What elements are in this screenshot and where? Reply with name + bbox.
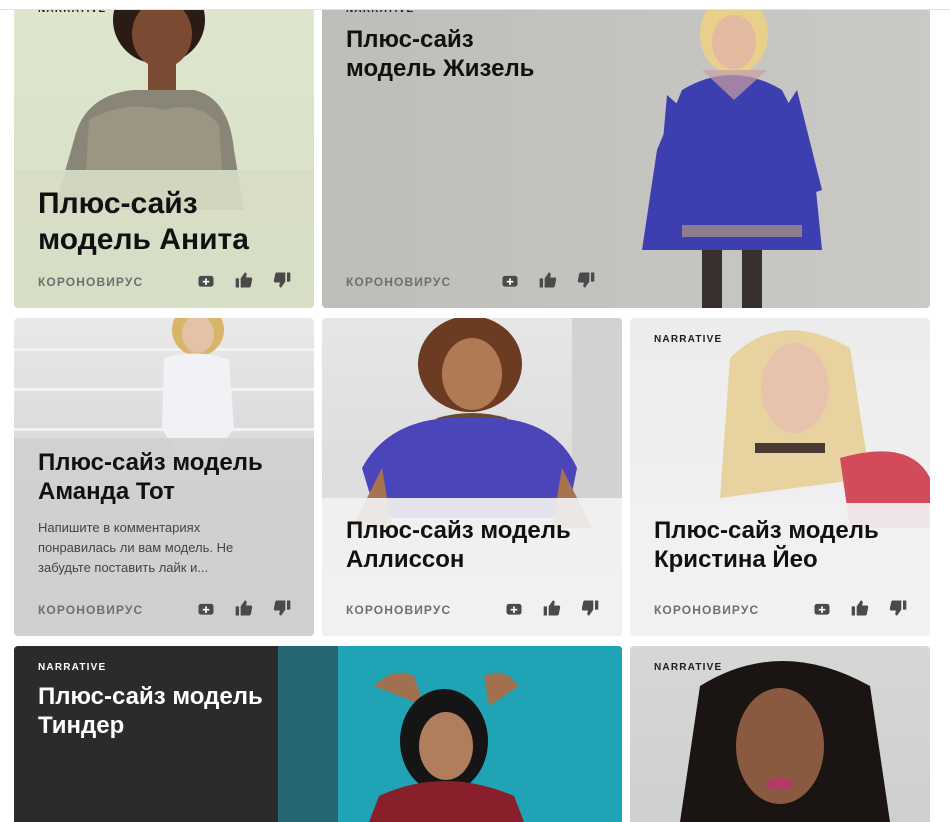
card-kicker: NARRATIVE	[654, 662, 723, 673]
article-card-tinder[interactable]: NARRATIVE Плюс-сайз модель Тиндер	[14, 646, 622, 822]
card-title[interactable]: Плюс-сайз модель Кристина Йео	[654, 517, 920, 575]
card-actions	[194, 268, 294, 292]
article-card-anita[interactable]: NARRATIVE Плюс-сайз модель Анита КОРОНОВ…	[14, 0, 314, 308]
thumbs-up-icon[interactable]	[536, 268, 560, 292]
thumbs-up-icon[interactable]	[232, 268, 256, 292]
card-actions	[502, 596, 602, 620]
card-actions	[810, 596, 910, 620]
add-to-collection-icon[interactable]	[194, 268, 218, 292]
article-card-allisson[interactable]: Плюс-сайз модель Аллиссон КОРОНОВИРУС	[322, 318, 622, 636]
model-photo-kristina	[630, 330, 930, 636]
add-to-collection-icon[interactable]	[498, 268, 522, 292]
card-title[interactable]: Плюс-сайз модель Анита	[38, 186, 274, 258]
card-description: Напишите в комментариях понравилась ли в…	[38, 520, 234, 575]
add-to-collection-icon[interactable]	[502, 596, 526, 620]
card-actions	[194, 596, 294, 620]
add-to-collection-icon[interactable]	[194, 596, 218, 620]
card-title[interactable]: Плюс-сайз модель Тиндер	[38, 683, 282, 741]
thumbs-down-icon[interactable]	[270, 596, 294, 620]
add-to-collection-icon[interactable]	[810, 596, 834, 620]
card-kicker: NARRATIVE	[38, 662, 107, 673]
model-photo-anita	[14, 0, 314, 308]
thumbs-down-icon[interactable]	[886, 596, 910, 620]
card-tag[interactable]: КОРОНОВИРУС	[38, 603, 143, 617]
card-actions	[498, 268, 598, 292]
top-bar	[0, 0, 950, 10]
article-card-amanda[interactable]: Плюс-сайз модель Аманда Тот Напишите в к…	[14, 318, 314, 636]
card-title[interactable]: Плюс-сайз модель Аллиссон	[346, 517, 604, 575]
card-tag[interactable]: КОРОНОВИРУС	[346, 603, 451, 617]
card-title[interactable]: Плюс-сайз модель Аманда Тот	[38, 449, 296, 507]
thumbs-down-icon[interactable]	[270, 268, 294, 292]
article-card-giselle[interactable]: NARRATIVE Плюс-сайз модель Жизель КОРОНО…	[322, 0, 930, 308]
card-kicker: NARRATIVE	[654, 334, 723, 345]
model-photo-allisson	[322, 318, 622, 636]
card-tag[interactable]: КОРОНОВИРУС	[38, 275, 143, 289]
thumbs-down-icon[interactable]	[578, 596, 602, 620]
thumbs-up-icon[interactable]	[848, 596, 872, 620]
thumbs-down-icon[interactable]	[574, 268, 598, 292]
thumbs-up-icon[interactable]	[540, 596, 564, 620]
article-card-kristina[interactable]: NARRATIVE Плюс-сайз модель Кристина Йео …	[630, 318, 930, 636]
card-tag[interactable]: КОРОНОВИРУС	[654, 603, 759, 617]
card-tag[interactable]: КОРОНОВИРУС	[346, 275, 451, 289]
thumbs-up-icon[interactable]	[232, 596, 256, 620]
card-title[interactable]: Плюс-сайз модель Жизель	[346, 26, 570, 84]
article-card-7[interactable]: NARRATIVE	[630, 646, 930, 822]
